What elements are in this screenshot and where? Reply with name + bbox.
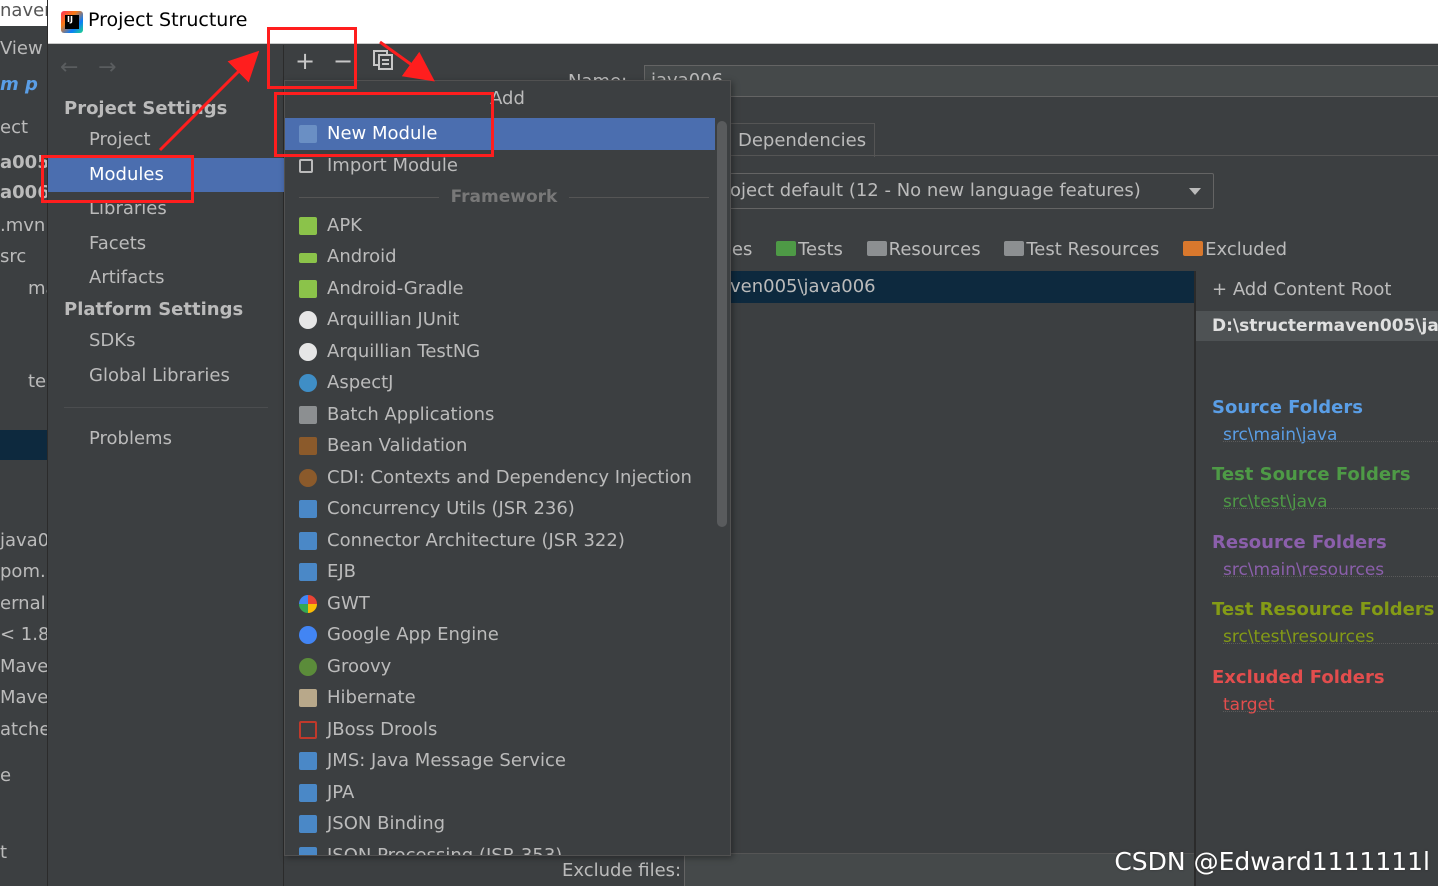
annotation-arrows (158, 40, 435, 152)
watermark: CSDN @Edward1111111l (1114, 847, 1430, 876)
